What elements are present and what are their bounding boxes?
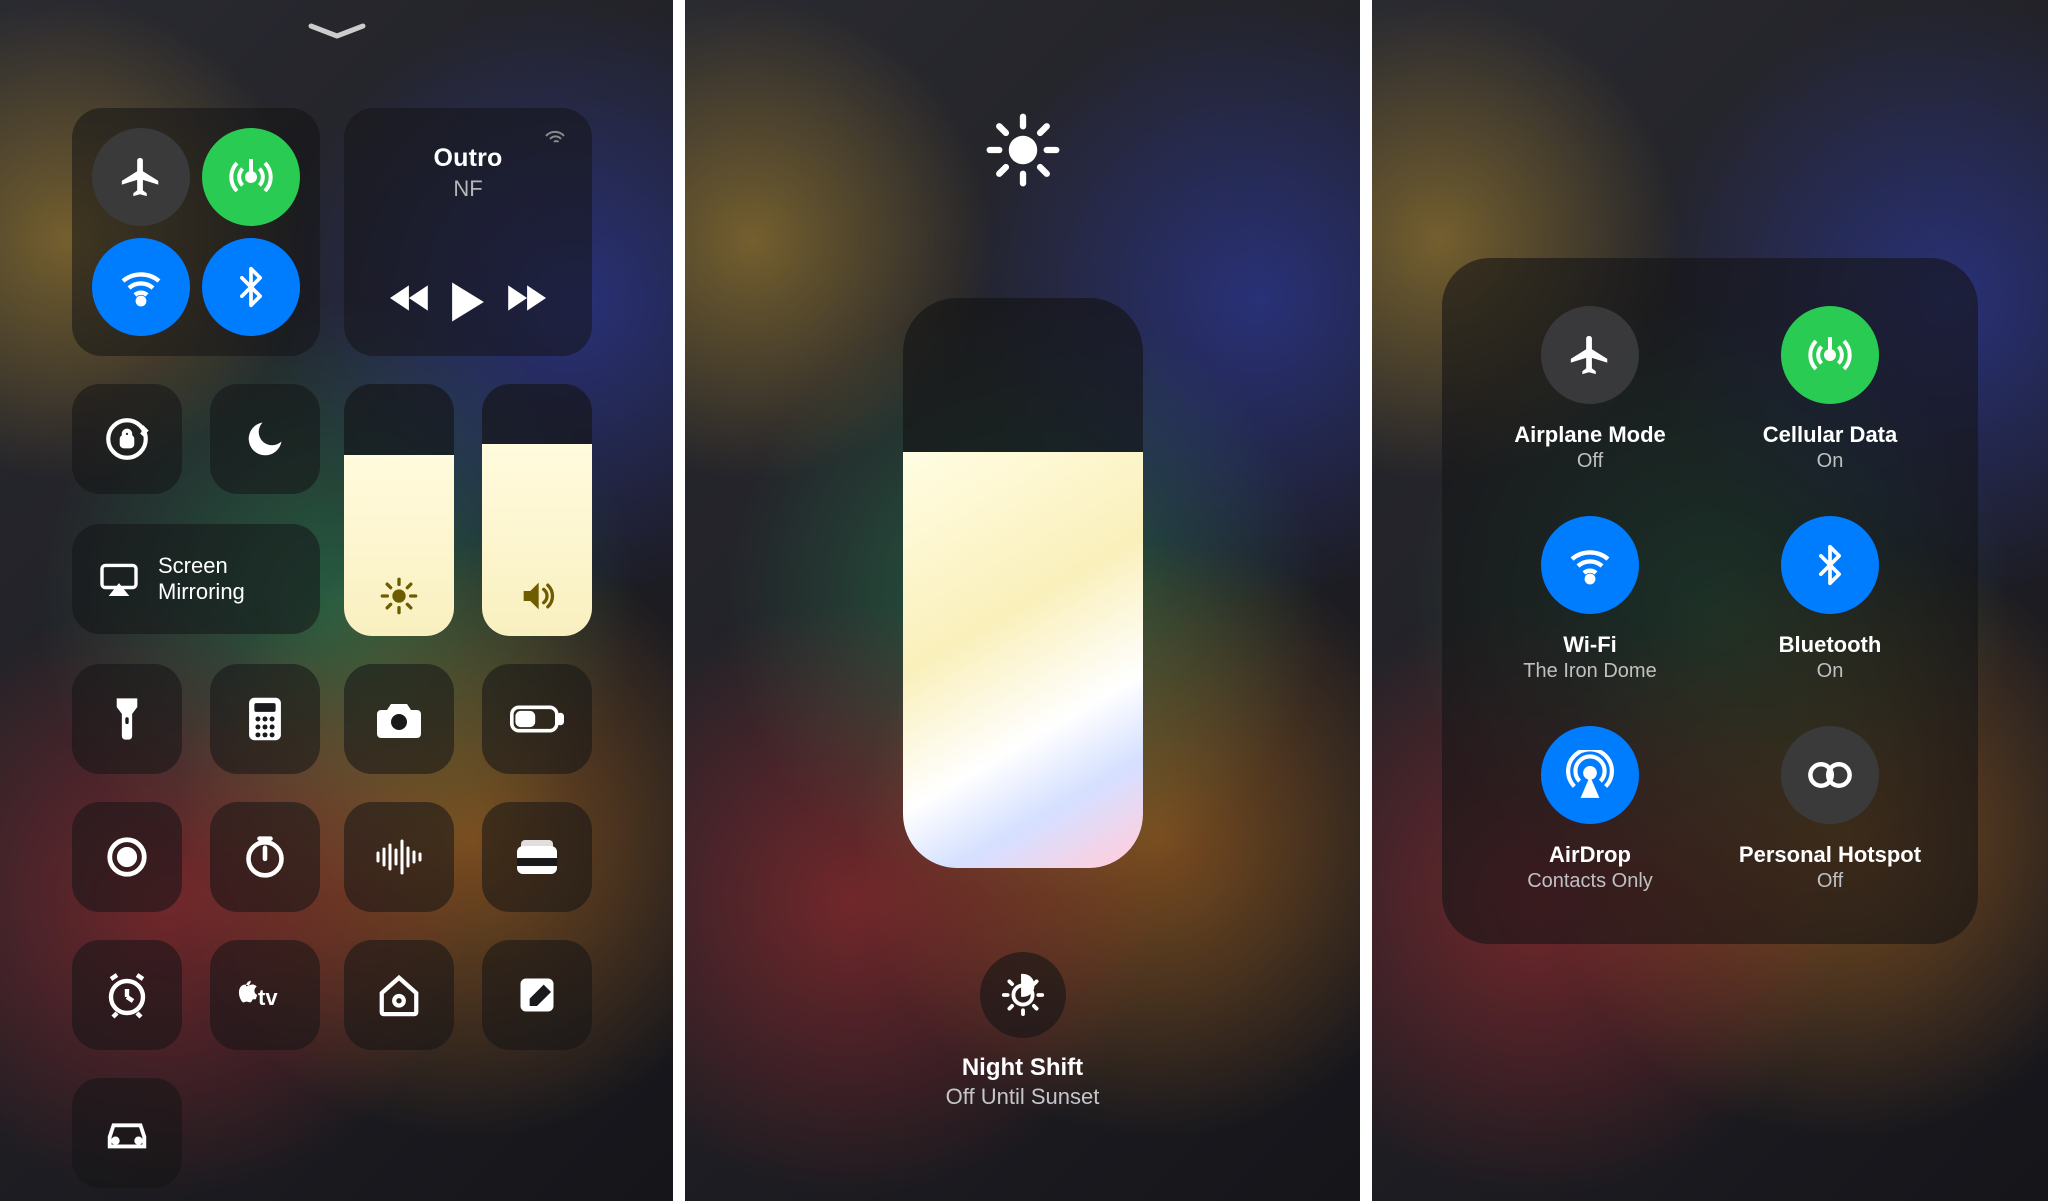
calculator-icon: [247, 696, 283, 742]
flashlight-button[interactable]: [72, 664, 182, 774]
flashlight-icon: [112, 695, 142, 743]
connectivity-card[interactable]: [72, 108, 320, 356]
airplane-icon: [1567, 332, 1613, 378]
cellular-data-status: On: [1730, 450, 1930, 473]
next-track-button[interactable]: [504, 280, 546, 316]
low-power-mode-button[interactable]: [482, 664, 592, 774]
previous-track-button[interactable]: [390, 280, 432, 316]
wifi-label: Wi-Fi: [1490, 632, 1690, 658]
carplay-button[interactable]: [72, 1078, 182, 1188]
connectivity-expanded-panel: Airplane Mode Off Cellular Data On Wi-Fi…: [1372, 0, 2048, 1201]
brightness-header-icon: [985, 112, 1061, 188]
personal-hotspot-button[interactable]: Personal Hotspot Off: [1730, 726, 1930, 893]
night-shift-title: Night Shift: [685, 1054, 1360, 1082]
media-title: Outro: [344, 144, 592, 173]
bluetooth-icon: [1808, 543, 1852, 587]
screen-record-button[interactable]: [72, 802, 182, 912]
calculator-button[interactable]: [210, 664, 320, 774]
media-artist: NF: [344, 176, 592, 202]
personal-hotspot-label: Personal Hotspot: [1730, 842, 1930, 868]
notes-icon: [515, 973, 559, 1017]
night-shift-subtitle: Off Until Sunset: [685, 1084, 1360, 1110]
bluetooth-button[interactable]: Bluetooth On: [1730, 516, 1930, 683]
apple-tv-icon: tv: [236, 977, 294, 1013]
timer-icon: [243, 835, 287, 879]
airdrop-label: AirDrop: [1490, 842, 1690, 868]
volume-icon: [482, 576, 592, 616]
wifi-icon: [117, 263, 165, 311]
wifi-status: The Iron Dome: [1490, 660, 1690, 683]
airplane-mode-label: Airplane Mode: [1490, 422, 1690, 448]
svg-text:tv: tv: [258, 985, 278, 1010]
rotation-lock-button[interactable]: [72, 384, 182, 494]
brightness-slider[interactable]: [344, 384, 454, 636]
volume-slider[interactable]: [482, 384, 592, 636]
wifi-icon: [1566, 541, 1614, 589]
hotspot-icon: [1805, 758, 1855, 792]
personal-hotspot-status: Off: [1730, 870, 1930, 893]
play-button[interactable]: [448, 280, 488, 324]
bluetooth-toggle[interactable]: [202, 238, 300, 336]
control-center-panel: Outro NF Screen Mirroring: [0, 0, 673, 1201]
screen-mirroring-button[interactable]: Screen Mirroring: [72, 524, 320, 634]
night-shift-button[interactable]: [980, 952, 1066, 1038]
screen-mirroring-label: Screen Mirroring: [158, 553, 245, 605]
airplane-mode-button[interactable]: Airplane Mode Off: [1490, 306, 1690, 473]
connectivity-card-expanded: Airplane Mode Off Cellular Data On Wi-Fi…: [1442, 258, 1978, 944]
airplane-icon: [118, 154, 164, 200]
wifi-button[interactable]: Wi-Fi The Iron Dome: [1490, 516, 1690, 683]
panel-divider: [1360, 0, 1372, 1201]
notes-button[interactable]: [482, 940, 592, 1050]
airdrop-icon: [1565, 750, 1615, 800]
camera-button[interactable]: [344, 664, 454, 774]
airplane-mode-status: Off: [1490, 450, 1690, 473]
home-button[interactable]: [344, 940, 454, 1050]
bluetooth-label: Bluetooth: [1730, 632, 1930, 658]
airplane-mode-toggle[interactable]: [92, 128, 190, 226]
waveform-icon: [374, 839, 424, 875]
battery-icon: [510, 705, 564, 733]
wallet-button[interactable]: [482, 802, 592, 912]
rotation-lock-icon: [102, 414, 152, 464]
cellular-data-label: Cellular Data: [1730, 422, 1930, 448]
bluetooth-status: On: [1730, 660, 1930, 683]
apple-tv-remote-button[interactable]: tv: [210, 940, 320, 1050]
brightness-expanded-panel: Night Shift Off Until Sunset: [685, 0, 1360, 1201]
night-shift-icon: [1000, 972, 1046, 1018]
airdrop-status: Contacts Only: [1490, 870, 1690, 893]
panel-divider: [673, 0, 685, 1201]
cellular-data-button[interactable]: Cellular Data On: [1730, 306, 1930, 473]
cellular-icon: [1806, 331, 1854, 379]
media-card[interactable]: Outro NF: [344, 108, 592, 356]
wifi-toggle[interactable]: [92, 238, 190, 336]
alarm-icon: [103, 971, 151, 1019]
airdrop-button[interactable]: AirDrop Contacts Only: [1490, 726, 1690, 893]
timer-button[interactable]: [210, 802, 320, 912]
bluetooth-icon: [229, 265, 273, 309]
brightness-slider-large-fill: [903, 452, 1143, 868]
home-icon: [376, 972, 422, 1018]
do-not-disturb-button[interactable]: [210, 384, 320, 494]
chevron-down-icon: [307, 22, 367, 42]
cellular-icon: [227, 153, 275, 201]
record-icon: [104, 834, 150, 880]
wallet-icon: [513, 838, 561, 876]
airplay-icon: [98, 562, 140, 596]
camera-icon: [375, 700, 423, 738]
voice-memos-button[interactable]: [344, 802, 454, 912]
cellular-data-toggle[interactable]: [202, 128, 300, 226]
brightness-icon: [344, 576, 454, 616]
alarm-button[interactable]: [72, 940, 182, 1050]
moon-icon: [243, 417, 287, 461]
brightness-slider-large[interactable]: [903, 298, 1143, 868]
car-icon: [102, 1115, 152, 1151]
